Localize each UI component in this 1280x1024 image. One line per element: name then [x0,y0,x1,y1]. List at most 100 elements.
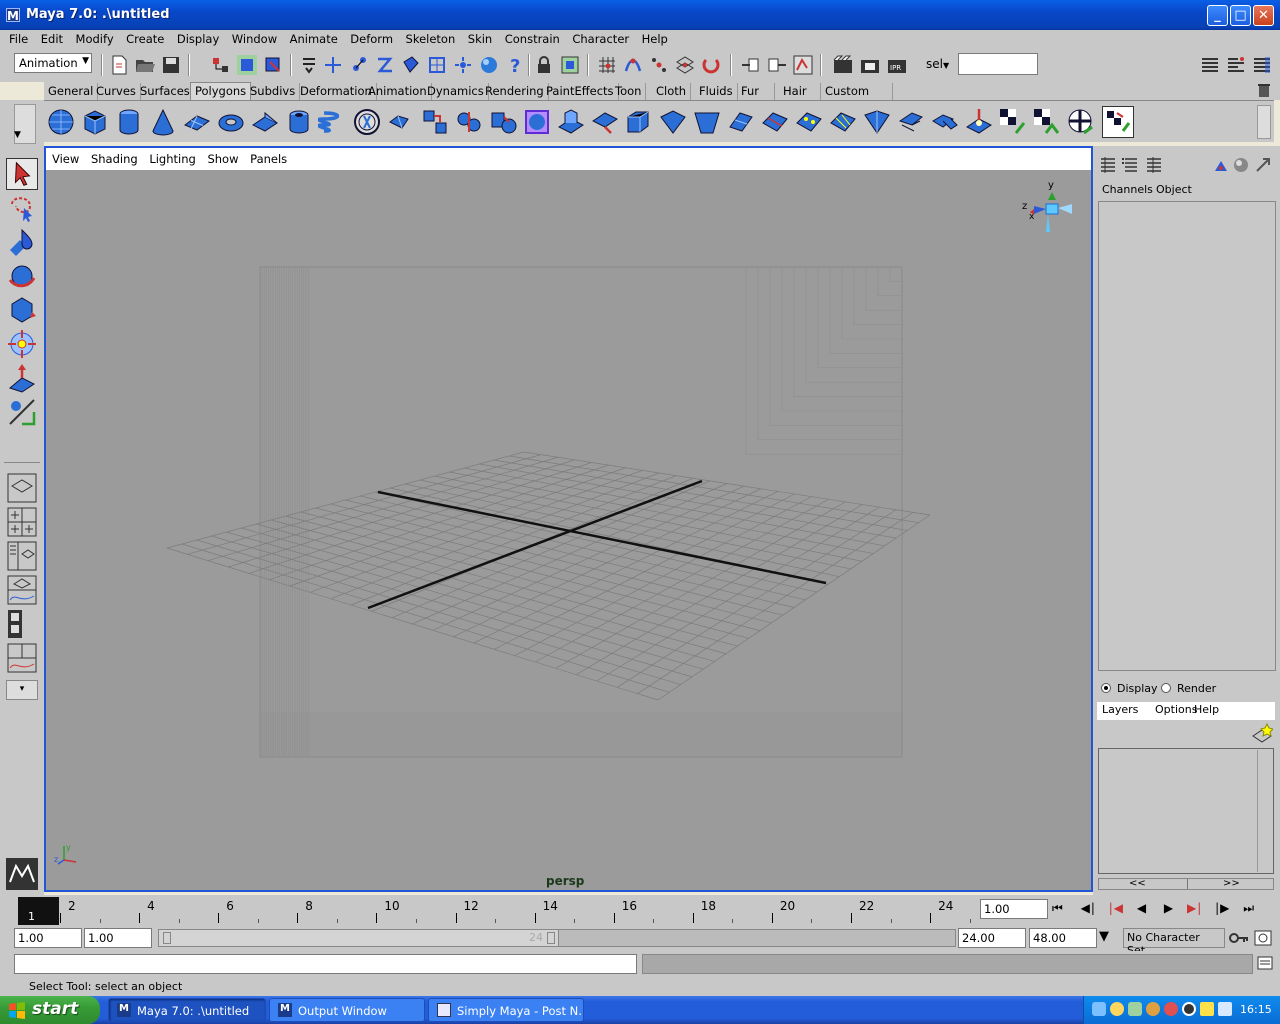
menu-deform[interactable]: Deform [350,30,393,46]
shelf-menu-arrow-icon[interactable]: ▼ [14,130,21,140]
poly-soccer-ball-icon[interactable] [352,107,382,137]
layout-menu-button[interactable]: ▾ [6,680,38,700]
menu-create[interactable]: Create [126,30,164,46]
poly-prism-icon[interactable] [250,107,280,137]
select-by-component-type-icon[interactable] [262,54,284,76]
layer-list[interactable] [1098,748,1274,874]
channel-box-layers-icon[interactable] [1121,156,1139,174]
channel-box-tab-channels[interactable]: Channels [1102,183,1153,196]
lock-selection-icon[interactable] [533,54,555,76]
menu-modify[interactable]: Modify [76,30,114,46]
viewport-menu-lighting[interactable]: Lighting [149,148,195,166]
layer-menu-help[interactable]: Help [1194,703,1219,716]
play-forwards-button[interactable]: ▶ [1164,901,1174,915]
selection-mask-icon[interactable] [298,54,320,76]
menu-character[interactable]: Character [572,30,629,46]
merge-edge-icon[interactable] [658,107,688,137]
step-back-key-button[interactable]: |◀ [1109,901,1124,915]
select-by-object-type-icon[interactable] [236,54,258,76]
snap-to-points-icon[interactable] [648,54,670,76]
poly-plane-icon[interactable] [182,107,212,137]
shelf-tab-cloth[interactable]: Cloth [652,83,692,100]
range-slider-bar[interactable]: 24 [159,930,559,946]
uv-cylindrical-mapping-icon[interactable] [1032,107,1062,137]
shelf-tab-surfaces[interactable]: Surfaces [136,83,195,100]
cut-faces-icon[interactable] [760,107,790,137]
go-to-start-button[interactable]: ⏮ [1052,901,1064,915]
shelf-tab-general[interactable]: General [44,83,99,100]
persp-outliner-layout-icon[interactable] [6,540,38,572]
maya-app-icon[interactable]: M [6,8,20,23]
open-scene-icon[interactable] [134,54,156,76]
ipr-render-icon[interactable]: IPR [886,54,908,76]
channel-box-only-icon[interactable] [1099,156,1117,174]
split-polygon-icon[interactable] [726,107,756,137]
playback-start-time-field[interactable]: 1.00 [84,928,152,948]
paint-select-tool-icon[interactable] [6,226,38,258]
input-connections-icon[interactable] [740,54,762,76]
quick-select-input[interactable] [958,53,1038,75]
viewport-canvas[interactable]: y z x y z persp [46,170,1091,890]
script-editor-icon[interactable] [1257,955,1273,971]
layer-list-scrollbar[interactable] [1257,750,1272,872]
select-curves-icon[interactable] [374,54,396,76]
separate-icon[interactable] [454,107,484,137]
manipulator-display-icon[interactable] [1212,156,1230,174]
channel-box-tab-object[interactable]: Object [1156,183,1192,196]
menu-animate[interactable]: Animate [290,30,338,46]
persp-graph-layout-icon[interactable] [6,574,38,606]
shelf-tab-custom[interactable]: Custom [821,83,893,100]
current-time-marker[interactable]: 1 [18,897,59,925]
poly-sphere-icon[interactable] [46,107,76,137]
step-forward-frame-button[interactable]: |▶ [1215,901,1230,915]
time-slider-track[interactable]: 1 2 4 6 8 10 12 14 16 18 20 22 24 [17,897,979,925]
uv-planar-mapping-icon[interactable] [998,107,1028,137]
maximize-button[interactable]: □ [1230,5,1251,26]
shelf-tab-toon[interactable]: Toon [611,83,647,100]
display-radio[interactable] [1101,683,1111,693]
go-to-end-button[interactable]: ⏭ [1243,901,1255,915]
auto-key-icon[interactable] [1229,930,1249,946]
poly-torus-icon[interactable] [216,107,246,137]
render-view-icon[interactable] [832,54,854,76]
taskbar-item-output-window[interactable]: M Output Window [269,998,425,1022]
render-current-frame-icon[interactable] [859,54,881,76]
uv-spherical-mapping-icon[interactable] [1066,107,1096,137]
collapse-icon[interactable] [692,107,722,137]
show-attribute-editor-icon[interactable] [1199,54,1221,76]
smooth-proxy-icon[interactable] [522,107,552,137]
scroll-right-button[interactable]: >> [1223,878,1240,889]
shelf-tab-fluids[interactable]: Fluids [695,83,738,100]
extract-icon[interactable] [488,107,518,137]
scale-tool-icon[interactable] [6,328,38,360]
output-connections-icon[interactable] [766,54,788,76]
rotate-tool-icon[interactable] [6,294,38,326]
render-radio[interactable] [1161,683,1171,693]
shelf-tab-curves[interactable]: Curves [92,83,141,100]
shelf-tab-rendering[interactable]: Rendering [481,83,549,100]
poly-helix-icon[interactable] [318,107,348,137]
play-backwards-button[interactable]: ◀ [1137,901,1147,915]
select-tool-button[interactable] [6,158,38,190]
select-misc-icon[interactable]: ? [504,54,526,76]
view-axis-compass-icon[interactable]: y z x [1018,178,1078,244]
menu-display[interactable]: Display [177,30,219,46]
animation-end-time-field[interactable]: 48.00 [1029,928,1097,948]
menu-help[interactable]: Help [642,30,668,46]
shelf-scrollbar[interactable] [1257,105,1271,139]
lasso-tool-icon[interactable] [6,192,38,224]
viewport-menu-shading[interactable]: Shading [91,148,138,166]
menu-edit[interactable]: Edit [41,30,63,46]
poly-pipe-icon[interactable] [284,107,314,137]
poly-cone-icon[interactable] [148,107,178,137]
shelf-tab-painteffects[interactable]: PaintEffects [542,83,619,100]
new-scene-icon[interactable] [108,54,130,76]
create-new-layer-icon[interactable] [1251,722,1273,744]
persp-graph-hypergraph-layout-icon[interactable] [6,642,38,674]
uv-texture-editor-button[interactable] [1102,106,1134,138]
range-slider-track[interactable]: 24 [158,929,956,947]
select-rendering-icon[interactable] [478,54,500,76]
append-polygon-icon[interactable] [862,107,892,137]
select-dynamics-icon[interactable] [452,54,474,76]
start-button[interactable]: start [0,996,100,1024]
